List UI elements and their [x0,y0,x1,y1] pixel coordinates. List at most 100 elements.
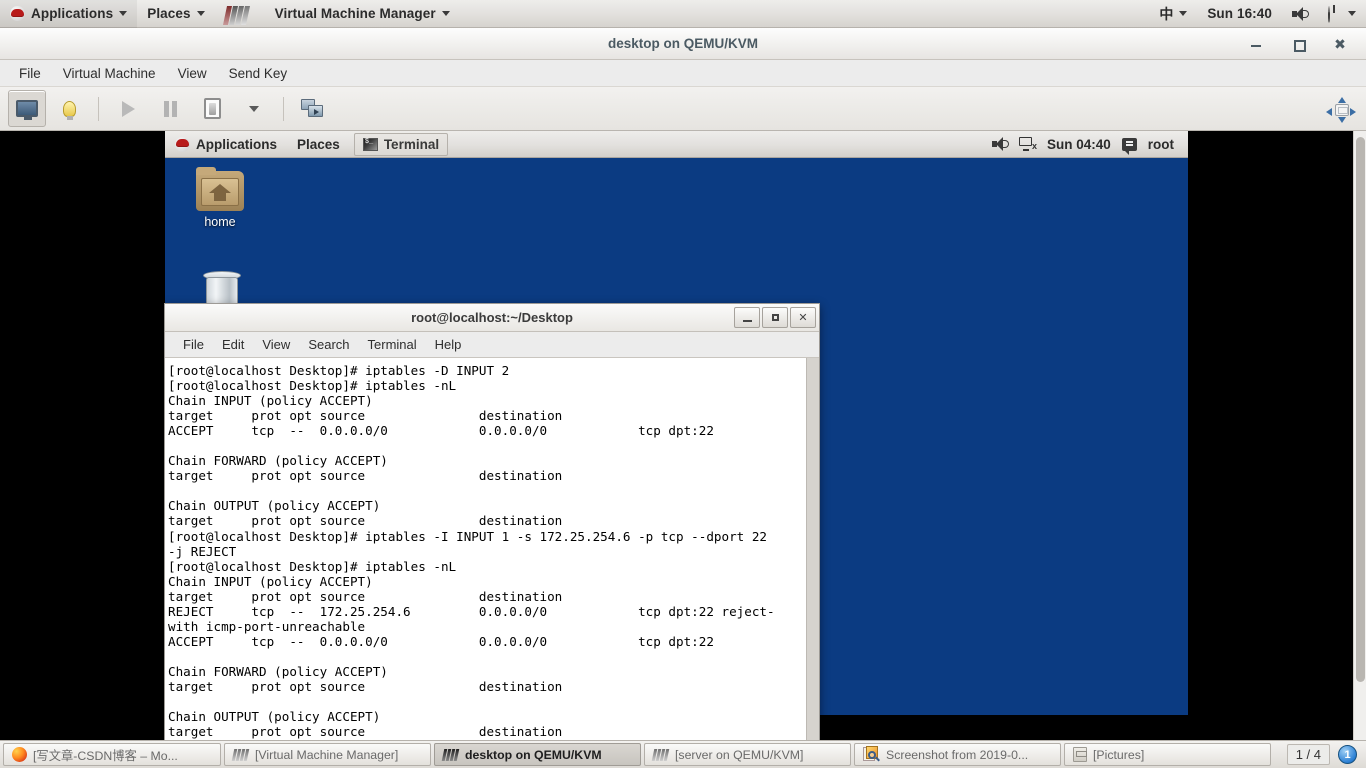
terminal-titlebar: root@localhost:~/Desktop ✕ [165,304,819,332]
maximize-button[interactable] [1290,36,1306,52]
screenshot-icon [863,746,880,762]
show-console-button[interactable] [8,90,46,127]
terminal-menu-file[interactable]: File [175,334,212,355]
vmm-icon [231,748,250,761]
guest-taskbar-item-terminal[interactable]: Terminal [353,132,449,156]
vmm-logo-icon [222,3,267,25]
terminal-menu-terminal[interactable]: Terminal [360,334,425,355]
resize-to-vm-icon[interactable] [1326,96,1356,123]
volume-indicator[interactable] [1282,0,1318,28]
guest-applications-menu[interactable]: Applications [165,131,287,158]
guest-status-area: x Sun 04:40 root [991,137,1188,155]
guest-places-label: Places [297,136,340,152]
taskbar-item-virtual-machine-manager[interactable]: [Virtual Machine Manager] [224,743,431,766]
manage-snapshots-button[interactable] [294,90,332,127]
host-taskbar: [写文章-CSDN博客 – Mo... [Virtual Machine Man… [0,740,1366,768]
notification-badge[interactable]: 1 [1338,745,1357,764]
shutdown-options-button[interactable] [235,90,273,127]
terminal-minimize-button[interactable] [734,307,760,328]
vmm-menubar: File Virtual Machine View Send Key [0,60,1366,86]
menu-file[interactable]: File [8,63,52,84]
chevron-down-icon [196,11,205,16]
guest-top-panel: Applications Places Terminal x Sun 04:40 [165,131,1188,158]
vm-viewport-scrollbar-thumb[interactable] [1356,137,1365,682]
shutdown-vm-button[interactable] [193,90,231,127]
toolbar-separator [283,96,284,121]
system-menu[interactable] [1318,0,1366,28]
guest-user-label[interactable]: root [1148,137,1174,152]
vmm-icon [651,748,670,761]
taskbar-item-label: [Pictures] [1093,747,1145,762]
terminal-content-area[interactable]: [root@localhost Desktop]# iptables -D IN… [165,358,819,740]
taskbar-item-label: desktop on QEMU/KVM [465,747,602,762]
menu-send-key[interactable]: Send Key [218,63,299,84]
terminal-menubar: File Edit View Search Terminal Help [165,332,819,358]
toolbar-separator [98,96,99,121]
close-button[interactable]: ✖ [1332,36,1348,52]
workspace-switcher[interactable]: 1 / 4 [1286,744,1330,765]
taskbar-item-screenshot[interactable]: Screenshot from 2019-0... [854,743,1061,766]
guest-places-menu[interactable]: Places [287,131,350,158]
terminal-menu-search[interactable]: Search [300,334,357,355]
taskbar-item-firefox[interactable]: [写文章-CSDN博客 – Mo... [3,743,221,766]
taskbar-item-label: [server on QEMU/KVM] [675,747,804,762]
lightbulb-icon [62,100,76,120]
guest-taskbar-item-label: Terminal [383,136,440,152]
terminal-close-button[interactable]: ✕ [790,307,816,328]
host-clock[interactable]: Sun 16:40 [1197,0,1282,28]
chevron-down-icon [249,105,259,112]
virt-manager-window: desktop on QEMU/KVM ✖ File Virtual Machi… [0,28,1366,740]
taskbar-item-server-vm[interactable]: [server on QEMU/KVM] [644,743,851,766]
home-folder-icon [196,167,244,211]
host-clock-label: Sun 16:40 [1207,6,1272,21]
screen-root: Applications Places Virtual Machine Mana… [0,0,1366,768]
user-icon [1121,137,1137,155]
terminal-icon [362,137,378,151]
show-details-button[interactable] [50,90,88,127]
redhat-logo-icon [10,6,25,21]
vmm-icon [441,748,460,761]
vmm-window-controls: ✖ [1248,28,1358,60]
taskbar-item-label: Screenshot from 2019-0... [886,747,1029,762]
speaker-icon[interactable] [991,137,1009,151]
chevron-down-icon [441,11,450,16]
guest-clock[interactable]: Sun 04:40 [1047,137,1111,152]
speaker-icon [1292,6,1309,21]
guest-applications-label: Applications [196,136,278,152]
terminal-maximize-button[interactable] [762,307,788,328]
network-disconnected-icon[interactable]: x [1018,137,1037,151]
vmm-titlebar: desktop on QEMU/KVM ✖ [0,28,1366,60]
chevron-down-icon [1179,11,1188,16]
terminal-menu-edit[interactable]: Edit [214,334,252,355]
taskbar-item-label: [写文章-CSDN博客 – Mo... [33,748,178,763]
minimize-button[interactable] [1248,36,1264,52]
chevron-down-icon [119,11,128,16]
vmm-toolbar [0,86,1366,131]
host-active-window-menu[interactable]: Virtual Machine Manager [215,0,460,28]
vm-viewport-scrollbar[interactable] [1353,131,1366,740]
terminal-scrollbar[interactable] [806,358,819,740]
terminal-menu-help[interactable]: Help [427,334,470,355]
pause-icon [163,100,177,117]
taskbar-item-pictures[interactable]: [Pictures] [1064,743,1271,766]
input-method-indicator[interactable]: 中 [1149,0,1197,28]
desktop-icon-home[interactable]: home [177,167,263,229]
taskbar-right-area: 1 / 4 1 [1286,744,1363,765]
taskbar-item-desktop-vm[interactable]: desktop on QEMU/KVM [434,743,641,766]
pause-vm-button[interactable] [151,90,189,127]
shutdown-icon [203,98,221,119]
taskbar-item-label: [Virtual Machine Manager] [255,747,399,762]
terminal-menu-view[interactable]: View [254,334,298,355]
host-applications-label: Applications [31,6,114,21]
monitor-icon [16,100,38,120]
vm-console-viewport[interactable]: Applications Places Terminal x Sun 04:40 [0,131,1366,740]
terminal-window[interactable]: root@localhost:~/Desktop ✕ File Edit Vie… [164,303,820,740]
host-applications-menu[interactable]: Applications [0,0,138,28]
host-active-window-label: Virtual Machine Manager [274,6,436,21]
menu-virtual-machine[interactable]: Virtual Machine [52,63,167,84]
snapshots-icon [301,98,325,119]
host-top-panel: Applications Places Virtual Machine Mana… [0,0,1366,28]
terminal-output[interactable]: [root@localhost Desktop]# iptables -D IN… [165,358,806,740]
host-places-menu[interactable]: Places [137,0,214,28]
menu-view[interactable]: View [167,63,218,84]
